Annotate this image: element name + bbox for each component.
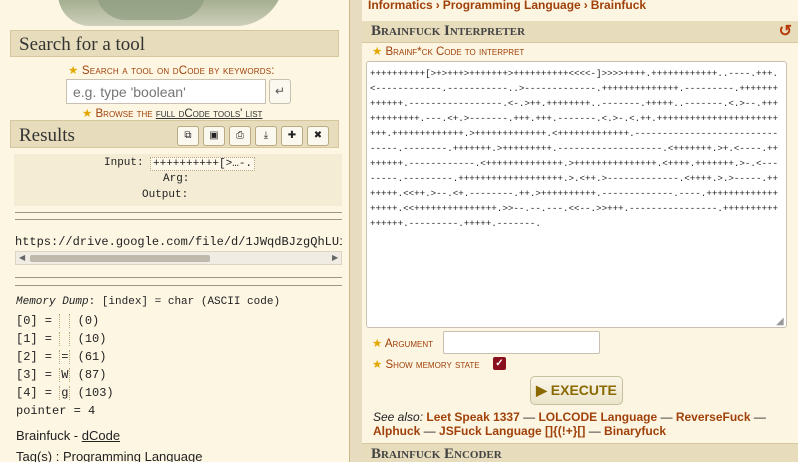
code-textarea[interactable]: ++++++++++[>+>+++>+++++++>++++++++++<<<<… xyxy=(366,61,787,328)
memory-pointer: pointer = 4 xyxy=(16,404,96,418)
show-memory-label-text: Show memory state xyxy=(385,359,480,371)
divider xyxy=(15,285,342,286)
see-also: See also: Leet Speak 1337 — LOLCODE Lang… xyxy=(373,410,766,438)
encoder-title: Brainfuck Encoder xyxy=(371,446,502,462)
divider xyxy=(15,219,342,220)
memory-row: [4] = g (103) xyxy=(16,386,114,400)
breadcrumb: Informatics › Programming Language › Brainfu… xyxy=(368,0,646,12)
left-panel: Search for a tool ★ Search a tool on dCo… xyxy=(0,0,350,462)
input-value: ++++++++++[>…-. xyxy=(150,157,256,171)
see-also-link[interactable]: Leet Speak 1337 xyxy=(426,410,519,424)
breadcrumb-item[interactable]: Brainfuck xyxy=(591,0,646,12)
show-memory-label: ★ Show memory state xyxy=(372,357,480,371)
see-also-label: See also: xyxy=(373,410,424,424)
breadcrumb-separator: › xyxy=(435,0,440,12)
argument-label-text: Argument xyxy=(384,338,433,350)
memory-code: (103) xyxy=(77,386,114,400)
memory-dump-legend: [index] = char (ASCII code) xyxy=(101,296,281,308)
see-also-link[interactable]: Binaryfuck xyxy=(604,424,666,438)
memory-index: [1] = xyxy=(16,332,60,346)
download-button[interactable]: ⤓ xyxy=(255,126,277,146)
see-also-link[interactable]: JSFuck Language []{(!+}[] xyxy=(439,424,585,438)
star-icon: ★ xyxy=(68,65,79,77)
memory-char: W xyxy=(59,368,71,382)
memory-row: [0] = (0) xyxy=(16,314,99,328)
memory-index: [0] = xyxy=(16,314,60,328)
screenshot-button[interactable]: ▣ xyxy=(203,126,225,146)
memory-index: [3] = xyxy=(16,368,60,382)
breadcrumb-item[interactable]: Programming Language xyxy=(443,0,581,12)
star-icon: ★ xyxy=(372,359,383,371)
memory-code: (61) xyxy=(77,350,107,364)
see-also-link[interactable]: LOLCODE Language xyxy=(538,410,657,424)
memory-row: [1] = (10) xyxy=(16,332,106,346)
divider xyxy=(15,212,342,213)
memory-char xyxy=(59,332,71,346)
resize-grip-icon[interactable]: ◢ xyxy=(776,316,784,327)
memory-code: (0) xyxy=(77,314,100,328)
memory-row: [2] = = (61) xyxy=(16,350,106,364)
browse-tools-link[interactable]: full dCode tools' list xyxy=(156,108,263,120)
execute-button[interactable]: ▶ EXECUTE xyxy=(530,376,623,405)
scrollbar-thumb[interactable] xyxy=(30,255,210,262)
search-input[interactable] xyxy=(66,79,266,104)
divider xyxy=(15,277,342,278)
memory-dump-header: Memory Dump: [index] = char (ASCII code) xyxy=(16,296,281,308)
memory-index: [4] = xyxy=(16,386,60,400)
star-icon: ★ xyxy=(82,108,93,120)
argument-input[interactable] xyxy=(443,331,600,354)
right-panel: Informatics › Programming Language › Brainfu… xyxy=(362,0,798,462)
argument-label: ★ Argument xyxy=(372,336,433,350)
browse-tools-label: ★ Browse the full dCode tools' list xyxy=(82,106,262,120)
search-title: Search for a tool xyxy=(19,34,146,55)
code-label: ★ Brainf*ck Code to interpret xyxy=(372,44,524,58)
star-icon: ★ xyxy=(372,46,383,58)
results-title: Results xyxy=(19,125,75,146)
dcode-link[interactable]: dCode xyxy=(82,428,120,443)
results-section-header: Results ⧉ ▣ ⎙ ⤓ ✚ ✖ xyxy=(10,120,339,148)
memory-code: (10) xyxy=(77,332,107,346)
memory-char xyxy=(59,314,71,328)
scroll-right-icon[interactable]: ▶ xyxy=(332,253,338,262)
memory-char: g xyxy=(59,386,71,400)
interpreter-title: Brainfuck Interpreter xyxy=(371,23,526,39)
refresh-icon[interactable]: ↺ xyxy=(779,21,792,41)
encoder-header: Brainfuck Encoder xyxy=(362,443,798,462)
scroll-left-icon[interactable]: ◀ xyxy=(19,253,25,262)
breadcrumb-separator: › xyxy=(583,0,588,12)
see-also-link[interactable]: Alphuck xyxy=(373,424,420,438)
close-results-button[interactable]: ✖ xyxy=(307,126,329,146)
arg-label: Arg: xyxy=(163,173,190,185)
print-button[interactable]: ⎙ xyxy=(229,126,251,146)
memory-index: [2] = xyxy=(16,350,60,364)
source-prefix: Brainfuck - xyxy=(16,428,82,443)
memory-dump-title: Memory Dump xyxy=(16,296,89,308)
output-text: https://drive.google.com/file/d/1JWqdBJz… xyxy=(15,235,342,249)
tags-line: Tag(s) : Programming Language xyxy=(16,449,203,462)
output-label: Output: xyxy=(142,189,189,201)
breadcrumb-item[interactable]: Informatics xyxy=(368,0,433,12)
search-section-header: Search for a tool xyxy=(10,30,339,57)
interpreter-header: Brainfuck Interpreter ↺ xyxy=(362,21,798,43)
results-box: Input: ++++++++++[>…-. Arg: Output: xyxy=(14,154,342,206)
horizontal-scrollbar[interactable]: ◀ ▶ xyxy=(15,251,342,265)
search-label-text: Search a tool on dCode by keywords: xyxy=(81,65,275,77)
source-credit: Brainfuck - dCode xyxy=(16,428,120,443)
star-icon: ★ xyxy=(372,338,383,350)
browse-prefix: Browse the xyxy=(95,108,156,120)
memory-row: [3] = W (87) xyxy=(16,368,106,382)
search-label: ★ Search a tool on dCode by keywords: xyxy=(68,63,292,77)
input-label: Input: xyxy=(104,157,144,169)
memory-char: = xyxy=(59,350,71,364)
code-label-text: Brainf*ck Code to interpret xyxy=(385,46,525,58)
memory-code: (87) xyxy=(77,368,107,382)
pin-button[interactable]: ✚ xyxy=(281,126,303,146)
search-submit-button[interactable]: ↵ xyxy=(269,79,291,104)
logo-area xyxy=(0,0,349,30)
see-also-link[interactable]: ReverseFuck xyxy=(676,410,751,424)
show-memory-checkbox[interactable]: ✓ xyxy=(493,357,506,370)
copy-button[interactable]: ⧉ xyxy=(177,126,199,146)
